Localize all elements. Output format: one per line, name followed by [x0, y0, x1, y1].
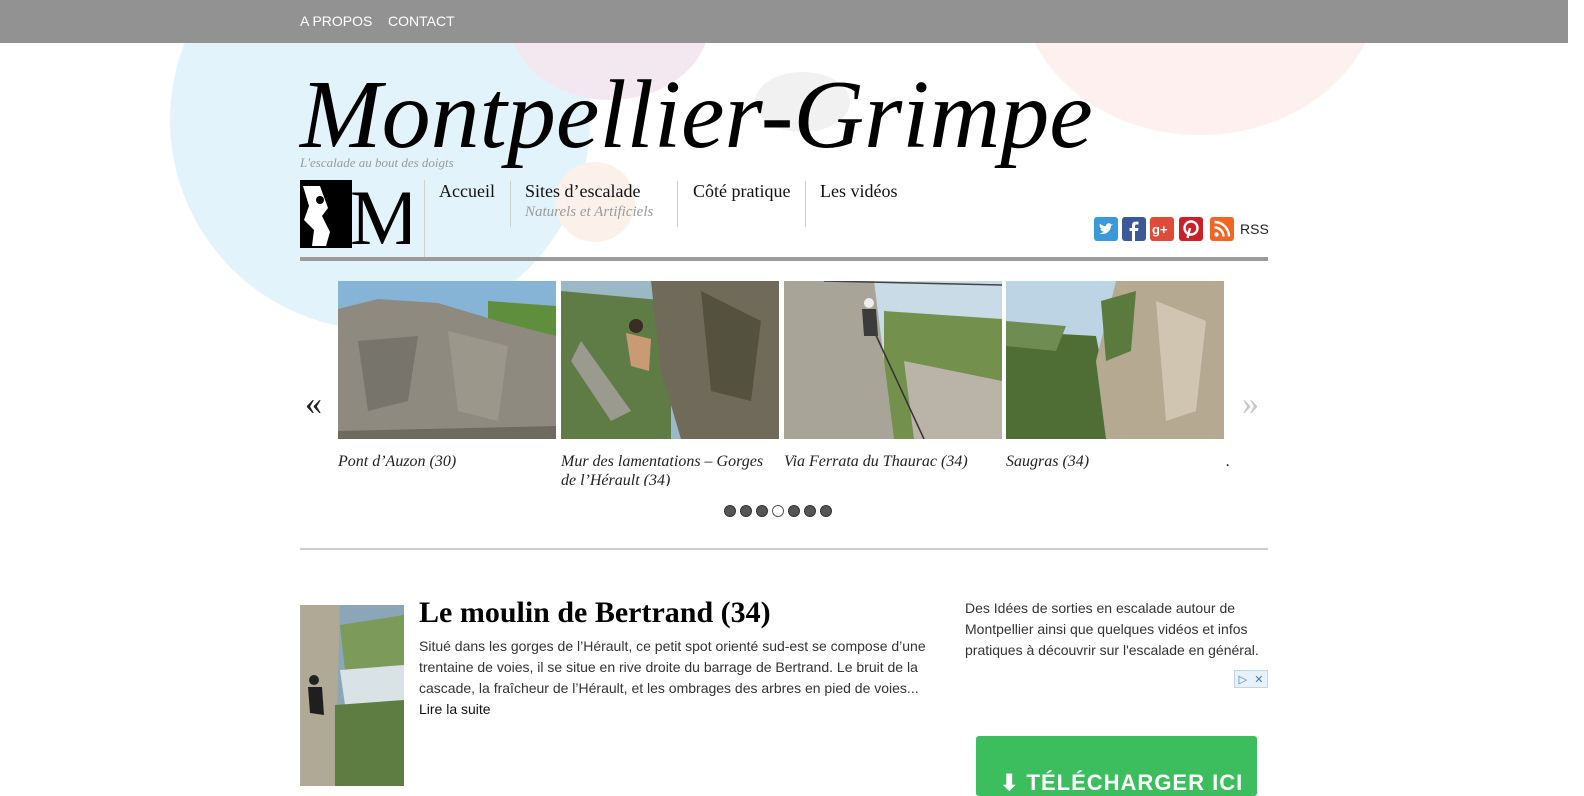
header-divider — [300, 257, 1268, 261]
carousel-dot[interactable] — [804, 505, 816, 517]
svg-text:g+: g+ — [1152, 222, 1168, 237]
nav-item-sites[interactable]: Sites d’escalade — [525, 181, 640, 202]
rss-icon[interactable] — [1210, 217, 1234, 241]
carousel-slide-caption: . — [1226, 453, 1230, 470]
sidebar-intro: Des Idées de sorties en escalade autour … — [965, 600, 1259, 658]
download-ad-label: ⬇ TÉLÉCHARGER ICI — [1000, 770, 1244, 795]
facebook-icon[interactable] — [1122, 217, 1146, 241]
logo-letter: M — [350, 180, 410, 248]
adchoices-icon[interactable]: ▷ ✕ — [1234, 670, 1268, 688]
carousel-dot[interactable] — [772, 505, 784, 517]
nav-divider — [424, 180, 425, 258]
carousel-slide-image[interactable] — [338, 281, 556, 439]
top-bar: A PROPOS CONTACT — [0, 0, 1568, 43]
topnav-link-contact[interactable]: CONTACT — [388, 13, 455, 29]
carousel-prev-button[interactable]: « — [305, 385, 322, 423]
post-thumbnail[interactable] — [300, 605, 404, 786]
carousel-slide-caption[interactable]: Mur des lamentations – Gorges de l’Hérau… — [561, 452, 776, 486]
nav-item-accueil[interactable]: Accueil — [439, 181, 495, 202]
carousel-dot[interactable] — [740, 505, 752, 517]
carousel-slide-image[interactable] — [784, 281, 1002, 439]
site-logo[interactable]: M — [300, 174, 419, 261]
carousel-dot[interactable] — [820, 505, 832, 517]
nav-divider — [677, 181, 678, 227]
nav-item-videos[interactable]: Les vidéos — [820, 181, 897, 202]
carousel-pagination — [724, 505, 832, 517]
carousel-slide-image[interactable] — [1006, 281, 1224, 439]
post-excerpt: Situé dans les gorges de l’Hérault, ce p… — [419, 636, 934, 720]
site-tagline: L'escalade au bout des doigts — [300, 155, 454, 170]
carousel-dot[interactable] — [756, 505, 768, 517]
nav-item-pratique[interactable]: Côté pratique — [693, 181, 790, 202]
rss-label[interactable]: RSS — [1240, 221, 1269, 237]
carousel-slide-caption[interactable]: Via Ferrata du Thaurac (34) — [784, 452, 999, 486]
twitter-icon[interactable] — [1094, 217, 1118, 241]
carousel-dot[interactable] — [788, 505, 800, 517]
carousel-slide-image[interactable] — [561, 281, 779, 439]
nav-divider — [510, 181, 511, 227]
topnav-link-apropos[interactable]: A PROPOS — [300, 13, 372, 29]
download-ad-button[interactable]: ⬇ TÉLÉCHARGER ICI — [976, 736, 1257, 796]
nav-item-sites-sublabel[interactable]: Naturels et Artificiels — [525, 204, 653, 221]
bg-circle — [555, 162, 635, 242]
post-title[interactable]: Le moulin de Bertrand (34) — [419, 596, 771, 630]
carousel-slide-caption[interactable]: Saugras (34) — [1006, 452, 1221, 486]
google-plus-icon[interactable]: g+ — [1150, 217, 1174, 241]
nav-divider — [805, 181, 806, 227]
climber-logo-icon: M — [300, 174, 419, 261]
post-excerpt-text: Situé dans les gorges de l’Hérault, ce p… — [419, 638, 926, 696]
read-more-link[interactable]: Lire la suite — [419, 701, 491, 717]
carousel-next-button[interactable]: » — [1242, 385, 1259, 423]
section-divider — [300, 548, 1268, 550]
carousel-slide-caption[interactable]: Pont d’Auzon (30) — [338, 452, 553, 486]
carousel-dot[interactable] — [724, 505, 736, 517]
pinterest-icon[interactable] — [1179, 217, 1203, 241]
site-title[interactable]: Montpellier-Grimpe — [300, 60, 1093, 170]
